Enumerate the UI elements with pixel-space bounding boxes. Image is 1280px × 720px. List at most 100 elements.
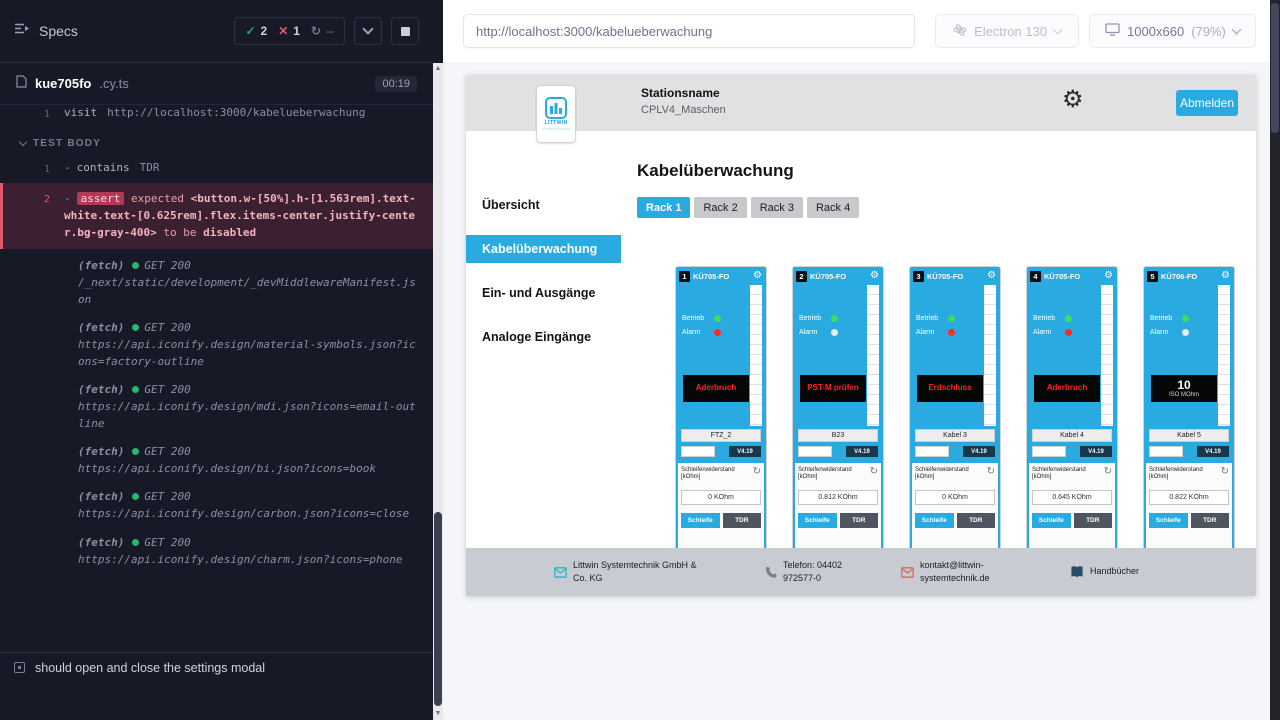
child-command-dash: - — [64, 161, 71, 174]
card-gear-icon[interactable]: ⚙ — [870, 271, 879, 281]
chevron-down-icon — [1231, 25, 1241, 35]
refresh-icon[interactable]: ↻ — [870, 467, 878, 477]
tab-rack-1[interactable]: Rack 1 — [637, 197, 690, 218]
browser-selector[interactable]: Electron 130 — [935, 14, 1079, 48]
status-display: Erdschluss — [917, 375, 983, 402]
fetch-label: (fetch) — [78, 383, 124, 396]
scroll-down-arrow[interactable]: ▼ — [433, 709, 443, 719]
version-input — [681, 446, 715, 457]
command-visit[interactable]: 1 visit http://localhost:3000/kabelueber… — [0, 105, 433, 125]
reporter-scrollbar[interactable]: ▲ ▼ — [433, 0, 443, 720]
schleife-button[interactable]: Schleife — [915, 513, 954, 528]
schleife-button[interactable]: Schleife — [681, 513, 720, 528]
fetch-log-entry[interactable]: (fetch) GET 200 https://api.iconify.desi… — [0, 383, 433, 432]
resistance-value: 0 KOhm — [915, 490, 995, 505]
tdr-button[interactable]: TDR — [1074, 513, 1113, 528]
status-display: Aderbruch — [683, 375, 749, 402]
tdr-button[interactable]: TDR — [840, 513, 879, 528]
status-message: Aderbruch — [694, 384, 738, 393]
settings-gear-icon[interactable]: ⚙ — [1062, 88, 1084, 112]
tab-rack-4[interactable]: Rack 4 — [807, 197, 859, 218]
command-contains[interactable]: 1 -contains TDR — [0, 157, 433, 180]
iso-value: 10 — [1177, 379, 1190, 392]
device-card: 1 KÜ705-FO ⚙ Betrieb Alarm Aderbruch FTZ… — [676, 267, 766, 577]
test-body-section[interactable]: TEST BODY — [20, 138, 433, 149]
fetch-status: GET 200 — [144, 536, 190, 549]
tdr-button[interactable]: TDR — [1191, 513, 1230, 528]
fetch-log-entry[interactable]: (fetch) GET 200 https://api.iconify.desi… — [0, 536, 433, 568]
alarm-label: Alarm — [916, 329, 948, 336]
phone-number: Telefon: 04402 972577-0 — [783, 559, 875, 585]
scroll-up-arrow[interactable]: ▲ — [433, 64, 443, 74]
alarm-led — [714, 329, 721, 336]
fetch-log-entry[interactable]: (fetch) GET 200 /_next/static/developmen… — [0, 259, 433, 308]
test-stats[interactable]: ✓2 ✕1 ↻-- — [234, 17, 345, 45]
card-gear-icon[interactable]: ⚙ — [753, 271, 762, 281]
card-gear-icon[interactable]: ⚙ — [1104, 271, 1113, 281]
scrollbar-thumb[interactable] — [434, 512, 442, 706]
command-assert-failed[interactable]: 2 -assert expected <button.w-[50%].h-[1.… — [0, 183, 433, 249]
collapsed-test-row[interactable]: should open and close the settings modal — [0, 652, 433, 682]
viewport-icon — [1105, 23, 1120, 39]
app-footer: Littwin Systemtechnik GmbH & Co. KG Tele… — [466, 548, 1256, 596]
alarm-led — [1182, 329, 1189, 336]
spec-header[interactable]: kue705fo.cy.ts 00:19 — [0, 63, 433, 105]
tdr-button[interactable]: TDR — [957, 513, 996, 528]
manuals-label: Handbücher — [1090, 565, 1139, 578]
fetch-log-entry[interactable]: (fetch) GET 200 https://api.iconify.desi… — [0, 445, 433, 477]
footer-email[interactable]: kontakt@littwin-systemtechnik.de — [901, 559, 1024, 585]
footer-phone[interactable]: Telefon: 04402 972577-0 — [765, 559, 875, 585]
station-value: CPLV4_Maschen — [641, 104, 726, 116]
fetch-log-entry[interactable]: (fetch) GET 200 https://api.iconify.desi… — [0, 490, 433, 522]
fetch-log-entry[interactable]: (fetch) GET 200 https://api.iconify.desi… — [0, 321, 433, 370]
app-under-test: Stationsname CPLV4_Maschen ⚙ Abmelden LI… — [466, 75, 1256, 596]
nav-item-ein-und-ausgaenge[interactable]: Ein- und Ausgänge — [466, 279, 621, 307]
url-input[interactable] — [463, 14, 915, 48]
nav-item-uebersicht[interactable]: Übersicht — [466, 191, 621, 219]
logout-button[interactable]: Abmelden — [1176, 90, 1238, 116]
specs-list-icon[interactable] — [14, 22, 30, 40]
refresh-icon[interactable]: ↻ — [753, 467, 761, 477]
scrollbar-thumb[interactable] — [1271, 3, 1279, 133]
status-ok-dot-icon — [132, 262, 139, 269]
viewport-size: 1000x660 — [1127, 24, 1184, 39]
schleife-button[interactable]: Schleife — [1032, 513, 1071, 528]
card-number: 1 — [679, 271, 690, 282]
nav-item-analoge-eingaenge[interactable]: Analoge Eingänge — [466, 323, 621, 351]
refresh-icon[interactable]: ↻ — [1221, 467, 1229, 477]
status-message: PST-M prüfen — [805, 384, 861, 393]
cable-name: B23 — [798, 429, 878, 442]
schleife-button[interactable]: Schleife — [1149, 513, 1188, 528]
footer-manuals-link[interactable]: Handbücher — [1070, 565, 1139, 578]
card-model: KÜ706-FO — [1161, 272, 1197, 281]
fetch-status: GET 200 — [144, 490, 190, 503]
window-scrollbar[interactable] — [1270, 0, 1280, 720]
status-message: Erdschluss — [926, 384, 973, 393]
betrieb-led — [1065, 315, 1072, 322]
tab-rack-2[interactable]: Rack 2 — [694, 197, 746, 218]
tdr-button[interactable]: TDR — [723, 513, 762, 528]
resistance-value: 0.645 KOhm — [1032, 490, 1112, 505]
card-gear-icon[interactable]: ⚙ — [1221, 271, 1230, 281]
card-model: KÜ705-FO — [1044, 272, 1080, 281]
refresh-icon[interactable]: ↻ — [1104, 467, 1112, 477]
nav-item-kabelueberwachung[interactable]: Kabelüberwachung — [466, 235, 621, 263]
tab-rack-3[interactable]: Rack 3 — [751, 197, 803, 218]
stop-tests-button[interactable] — [391, 17, 419, 45]
line-number: 1 — [0, 160, 64, 177]
card-number: 4 — [1030, 271, 1041, 282]
viewport-selector[interactable]: 1000x660 (79%) — [1089, 14, 1256, 48]
collapse-all-button[interactable] — [354, 17, 382, 45]
fetch-url: https://api.iconify.design/material-symb… — [78, 336, 417, 370]
phone-icon — [765, 566, 777, 578]
betrieb-led — [948, 315, 955, 322]
version-input — [915, 446, 949, 457]
betrieb-label: Betrieb — [1150, 315, 1182, 322]
card-gear-icon[interactable]: ⚙ — [987, 271, 996, 281]
app-sidebar-nav: Übersicht Kabelüberwachung Ein- und Ausg… — [466, 131, 621, 596]
fetch-label: (fetch) — [78, 259, 124, 272]
schleife-button[interactable]: Schleife — [798, 513, 837, 528]
refresh-icon[interactable]: ↻ — [987, 467, 995, 477]
specs-label[interactable]: Specs — [39, 23, 78, 39]
firmware-version: V4.19 — [729, 446, 761, 457]
